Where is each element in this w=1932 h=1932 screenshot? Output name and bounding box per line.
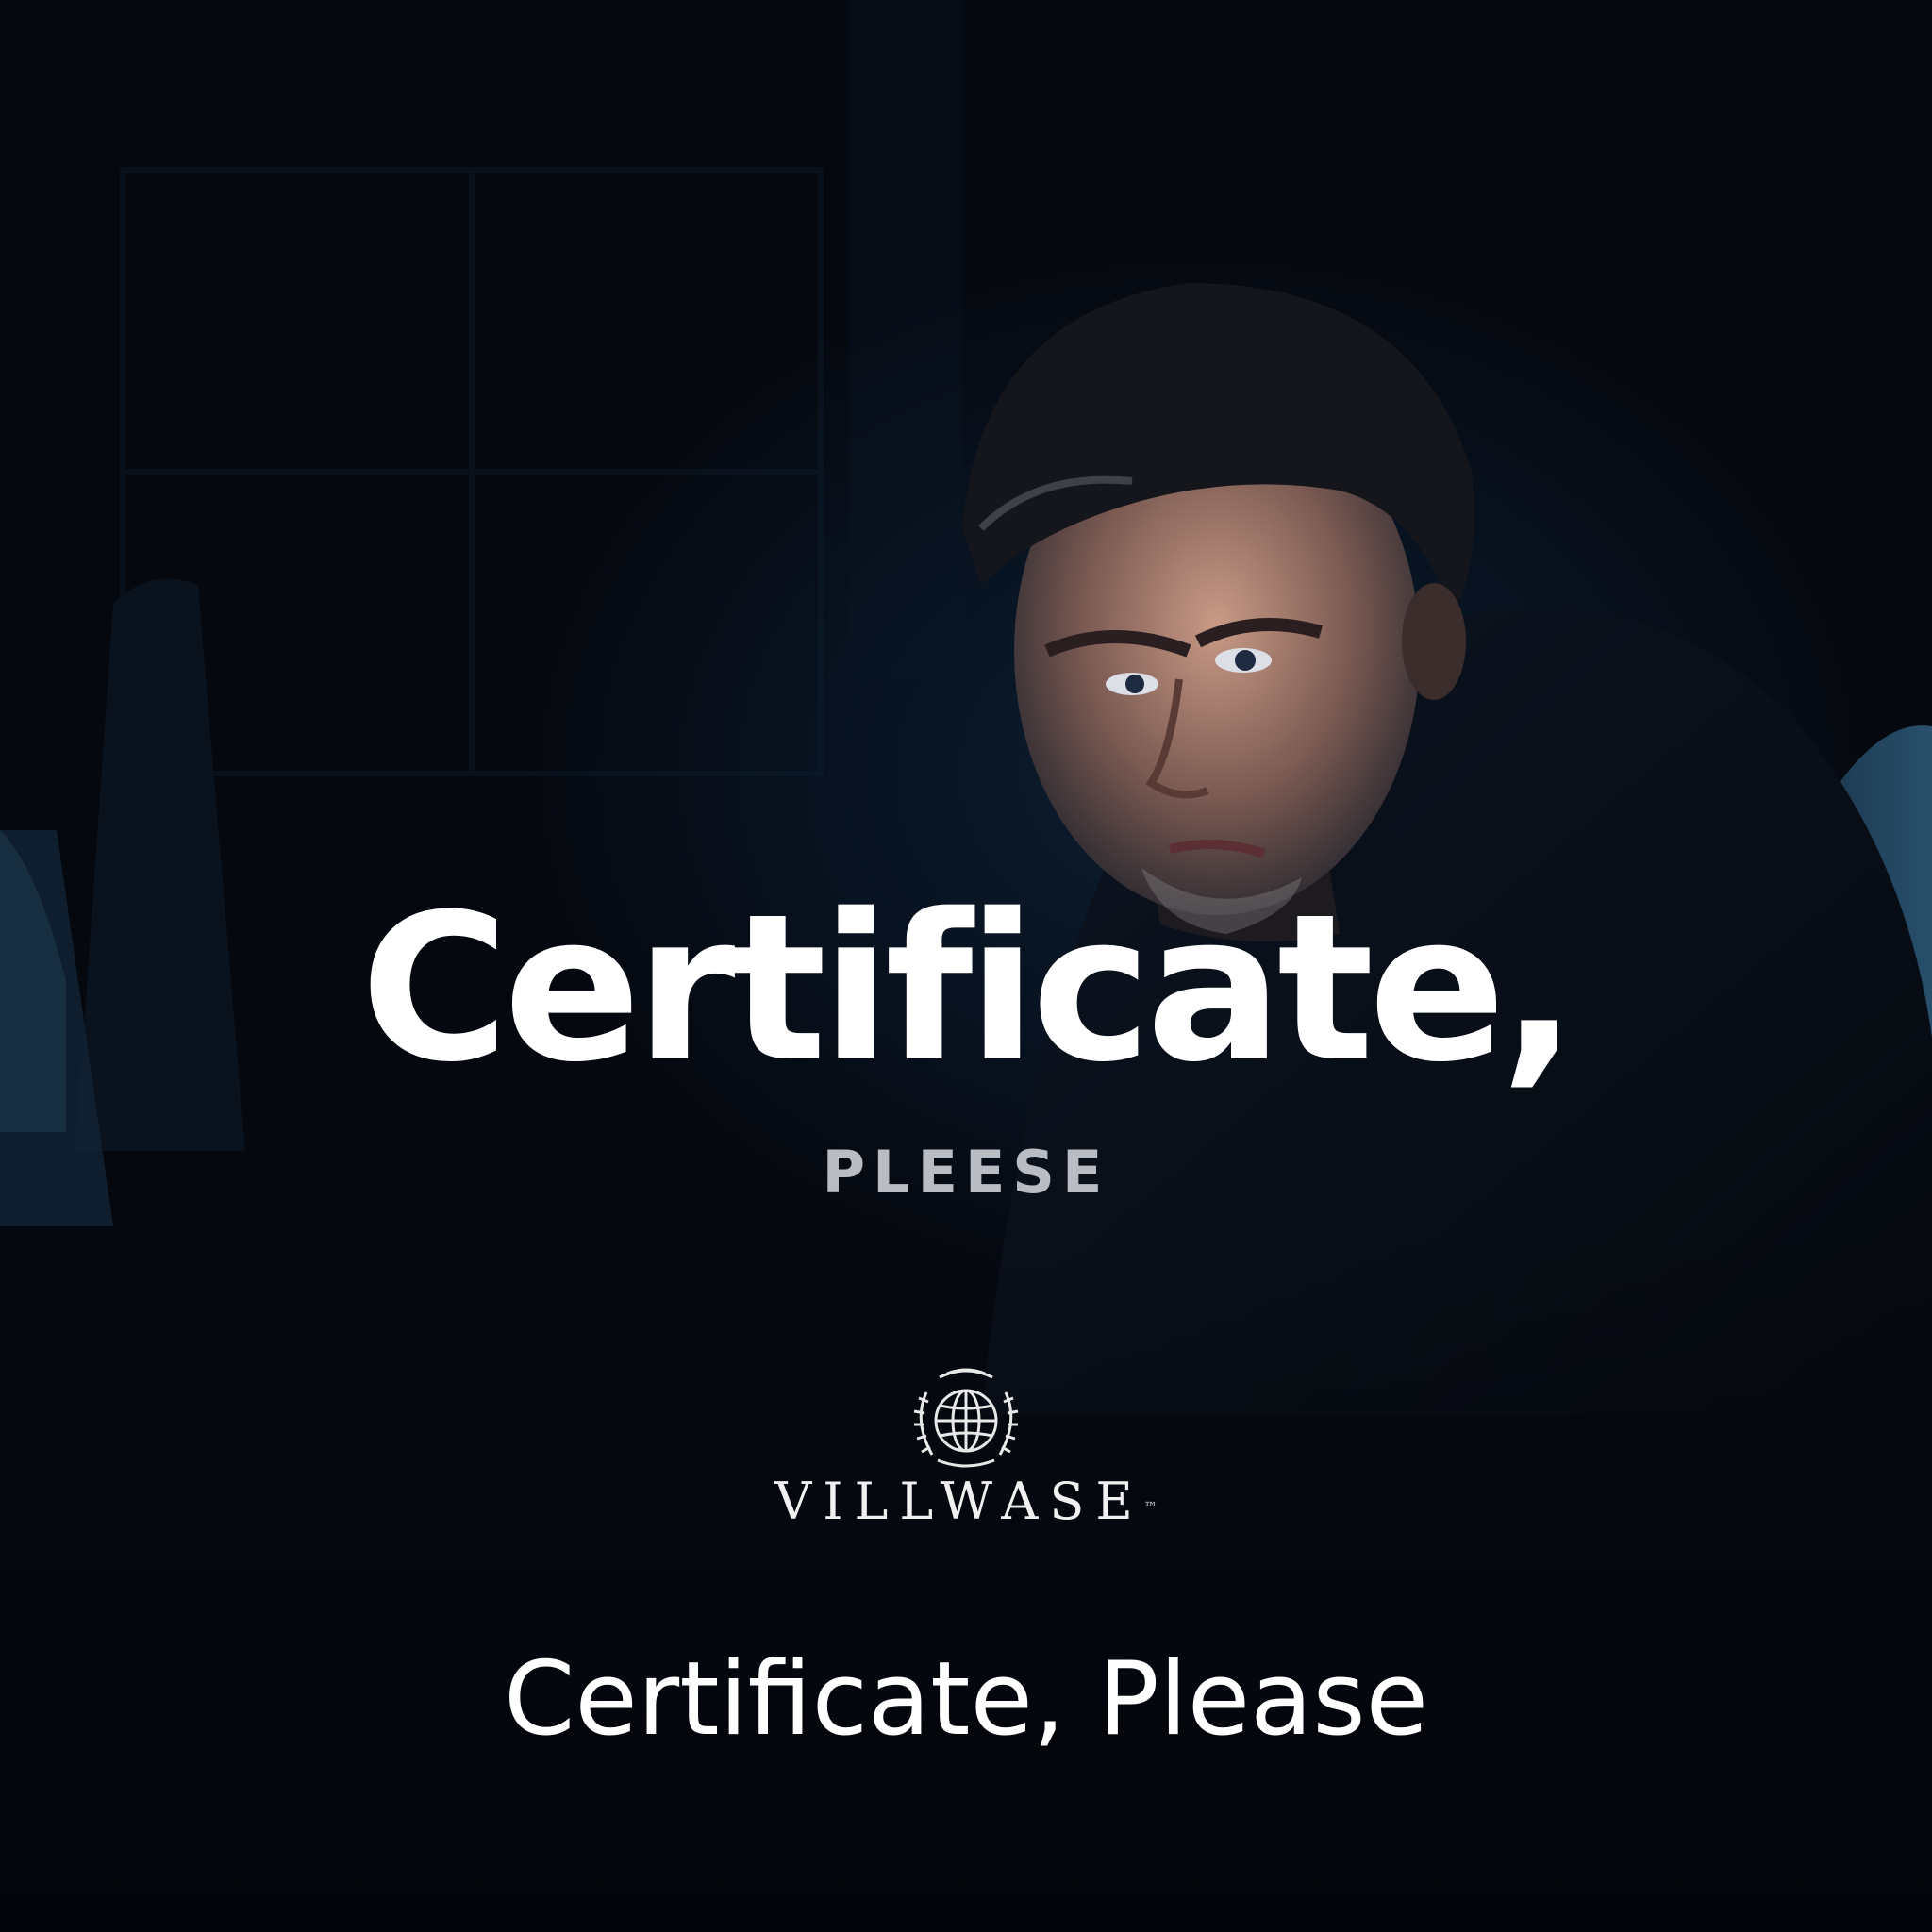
brand-wordmark: VILLWASE™ [0,1476,1932,1527]
globe-laurel-emblem-icon [913,1368,1019,1468]
headline: Certificate, [359,870,1577,1107]
brand-name: VILLWASE [774,1472,1144,1531]
poster: Certificate, PLEESE VILLWASE™ Certificat… [0,0,1932,1932]
footer-title: Certificate, Please [503,1641,1429,1758]
window-frames [120,0,962,776]
trademark-mark: ™ [1143,1500,1158,1515]
subhead: PLEESE [822,1138,1110,1207]
